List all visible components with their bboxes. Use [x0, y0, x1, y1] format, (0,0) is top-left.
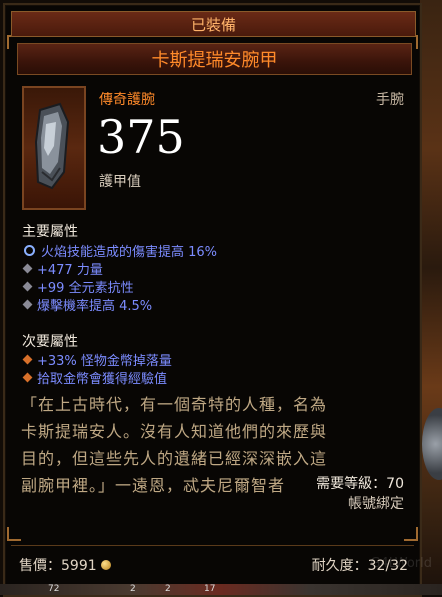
equipped-header: 已裝備	[11, 11, 416, 37]
item-name: 卡斯提瑞安腕甲	[151, 50, 278, 71]
required-level: 需要等級：70	[316, 476, 404, 492]
armor-label: 護甲值	[99, 174, 141, 190]
inventory-count: 72	[48, 584, 60, 594]
primary-affix: +99 全元素抗性	[22, 277, 134, 296]
gold-coin-icon	[100, 560, 111, 570]
diamond-bullet-icon	[22, 299, 33, 310]
frame-corner	[7, 527, 21, 541]
inventory-count: 2	[165, 584, 171, 594]
equipped-label: 已裝備	[190, 15, 236, 34]
item-type: 傳奇護腕	[99, 92, 155, 108]
sell-price: 售價：5991	[19, 555, 111, 575]
primary-affix: 火焰技能造成的傷害提高 16%	[24, 241, 217, 260]
inventory-count: 17	[204, 584, 216, 594]
ring-bullet-icon	[24, 245, 35, 256]
secondary-affix: 拾取金幣會獲得經驗值	[22, 368, 167, 387]
item-name-banner: 卡斯提瑞安腕甲	[17, 43, 412, 75]
secondary-attributes-title: 次要屬性	[22, 334, 78, 350]
item-slot: 手腕	[376, 92, 404, 108]
watermark: G4LWorld	[370, 556, 432, 571]
diamond-bullet-icon	[22, 281, 33, 292]
primary-affix: 爆擊機率提高 4.5%	[22, 295, 152, 314]
inventory-count: 2	[130, 584, 136, 594]
account-bound-label: 帳號綁定	[348, 496, 404, 512]
primary-affix: +477 力量	[22, 259, 103, 278]
game-background	[420, 0, 442, 595]
armor-value: 375	[97, 110, 185, 164]
bracer-icon	[34, 102, 70, 190]
orange-diamond-bullet-icon	[22, 372, 33, 383]
item-icon-frame	[22, 86, 86, 210]
item-tooltip: 已裝備 卡斯提瑞安腕甲 傳奇護腕 手腕 375 護甲值 主要屬性 火焰技能造成的…	[3, 3, 422, 597]
diamond-bullet-icon	[22, 263, 33, 274]
tooltip-footer: 售價：5991 耐久度：32/32	[11, 545, 414, 580]
orange-diamond-bullet-icon	[22, 354, 33, 365]
primary-attributes-title: 主要屬性	[22, 224, 78, 240]
secondary-affix: +33% 怪物金幣掉落量	[22, 350, 172, 369]
inventory-strip: 72 2 2 17	[0, 584, 442, 595]
frame-corner	[404, 527, 418, 541]
